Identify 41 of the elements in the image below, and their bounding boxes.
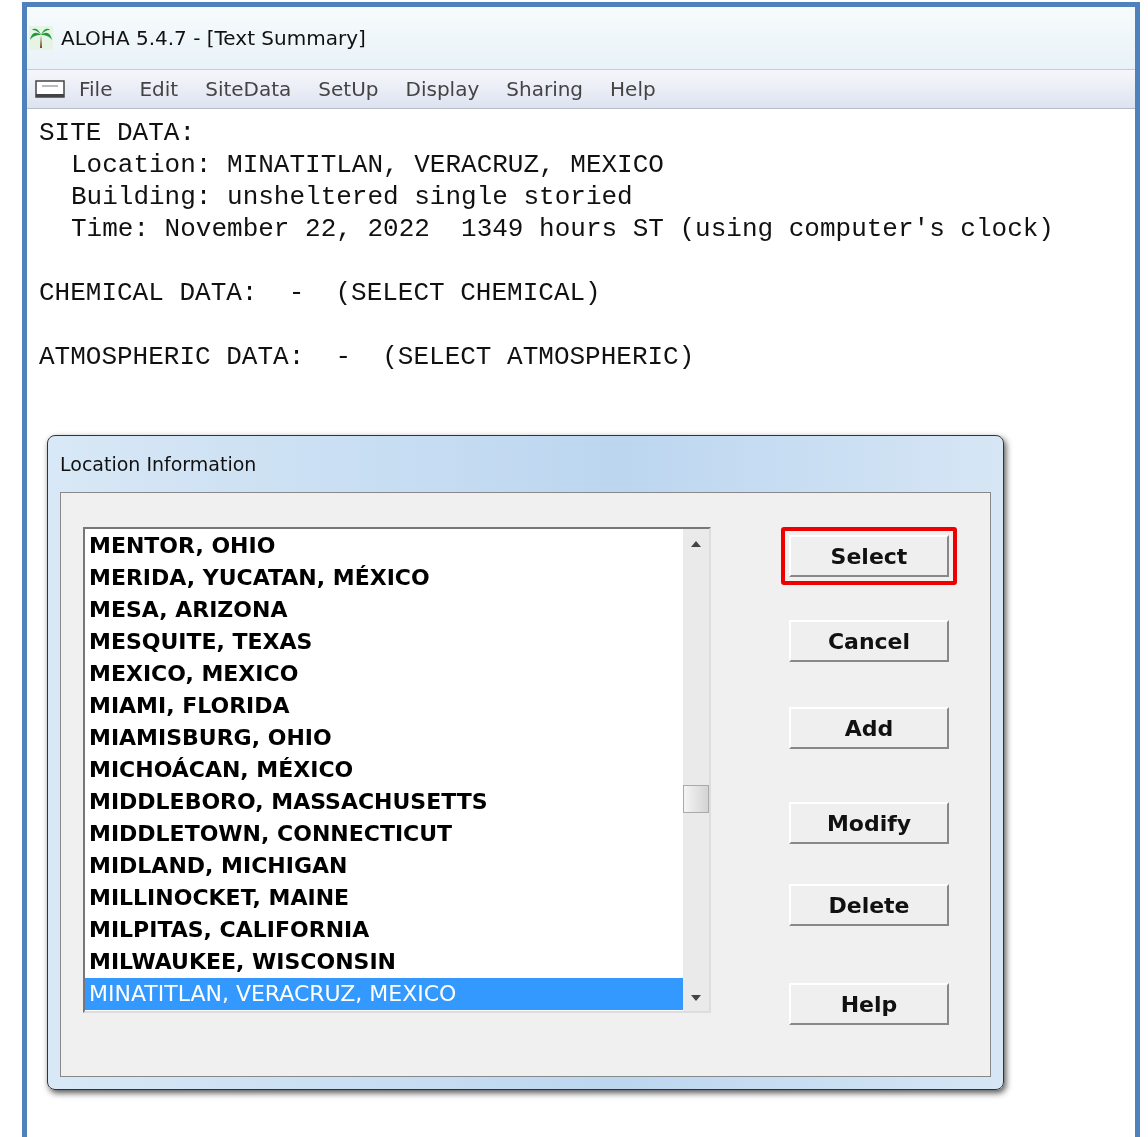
scroll-down-icon[interactable] — [691, 995, 701, 1001]
dialog-button[interactable]: Help — [789, 983, 949, 1025]
scrollbar[interactable] — [683, 529, 709, 1011]
menu-item[interactable]: Sharing — [506, 77, 584, 101]
menu-item[interactable]: SetUp — [318, 77, 379, 101]
dialog-button[interactable]: Delete — [789, 884, 949, 926]
summary-line: Time: November 22, 2022 1349 hours ST (using computer's clock) — [70, 213, 1055, 245]
summary-heading: CHEMICAL DATA: - (SELECT CHEMICAL) — [39, 277, 602, 309]
dialog-button[interactable]: Cancel — [789, 620, 949, 662]
list-item[interactable]: MERIDA, YUCATAN, MÉXICO — [85, 562, 683, 594]
document-icon[interactable] — [35, 80, 65, 98]
list-item[interactable]: MICHOÁCAN, MÉXICO — [85, 754, 683, 786]
menu-item[interactable]: File — [79, 77, 113, 101]
list-item[interactable]: MIDLAND, MICHIGAN — [85, 850, 683, 882]
summary-heading: ATMOSPHERIC DATA: - (SELECT ATMOSPHERIC) — [39, 341, 696, 373]
scroll-thumb[interactable] — [683, 785, 709, 813]
list-item[interactable]: MILPITAS, CALIFORNIA — [85, 914, 683, 946]
list-item[interactable]: MENTOR, OHIO — [85, 530, 683, 562]
window-title: ALOHA 5.4.7 - [Text Summary] — [61, 26, 366, 50]
list-item[interactable]: MEXICO, MEXICO — [85, 658, 683, 690]
menu-item[interactable]: Edit — [139, 77, 179, 101]
palm-tree-icon — [29, 26, 53, 50]
list-item[interactable]: MIDDLETOWN, CONNECTICUT — [85, 818, 683, 850]
list-item[interactable]: MIAMI, FLORIDA — [85, 690, 683, 722]
list-item[interactable]: MIDDLEBORO, MASSACHUSETTS — [85, 786, 683, 818]
list-item[interactable]: MESA, ARIZONA — [85, 594, 683, 626]
scroll-up-icon[interactable] — [691, 541, 701, 547]
summary-heading: SITE DATA: — [39, 117, 197, 149]
list-item[interactable]: MESQUITE, TEXAS — [85, 626, 683, 658]
dialog-button[interactable]: Select — [789, 535, 949, 577]
dialog-button[interactable]: Modify — [789, 802, 949, 844]
menu-item[interactable]: SiteData — [205, 77, 292, 101]
dialog-title: Location Information — [60, 452, 258, 477]
menu-item[interactable]: Display — [405, 77, 480, 101]
menu-item[interactable]: Help — [610, 77, 656, 101]
list-item[interactable]: MIAMISBURG, OHIO — [85, 722, 683, 754]
list-item[interactable]: MILLINOCKET, MAINE — [85, 882, 683, 914]
summary-line: Location: MINATITLAN, VERACRUZ, MEXICO — [70, 149, 665, 181]
list-item[interactable]: MILWAUKEE, WISCONSIN — [85, 946, 683, 978]
dialog-button[interactable]: Add — [789, 707, 949, 749]
summary-line: Building: unsheltered single storied — [70, 181, 634, 213]
